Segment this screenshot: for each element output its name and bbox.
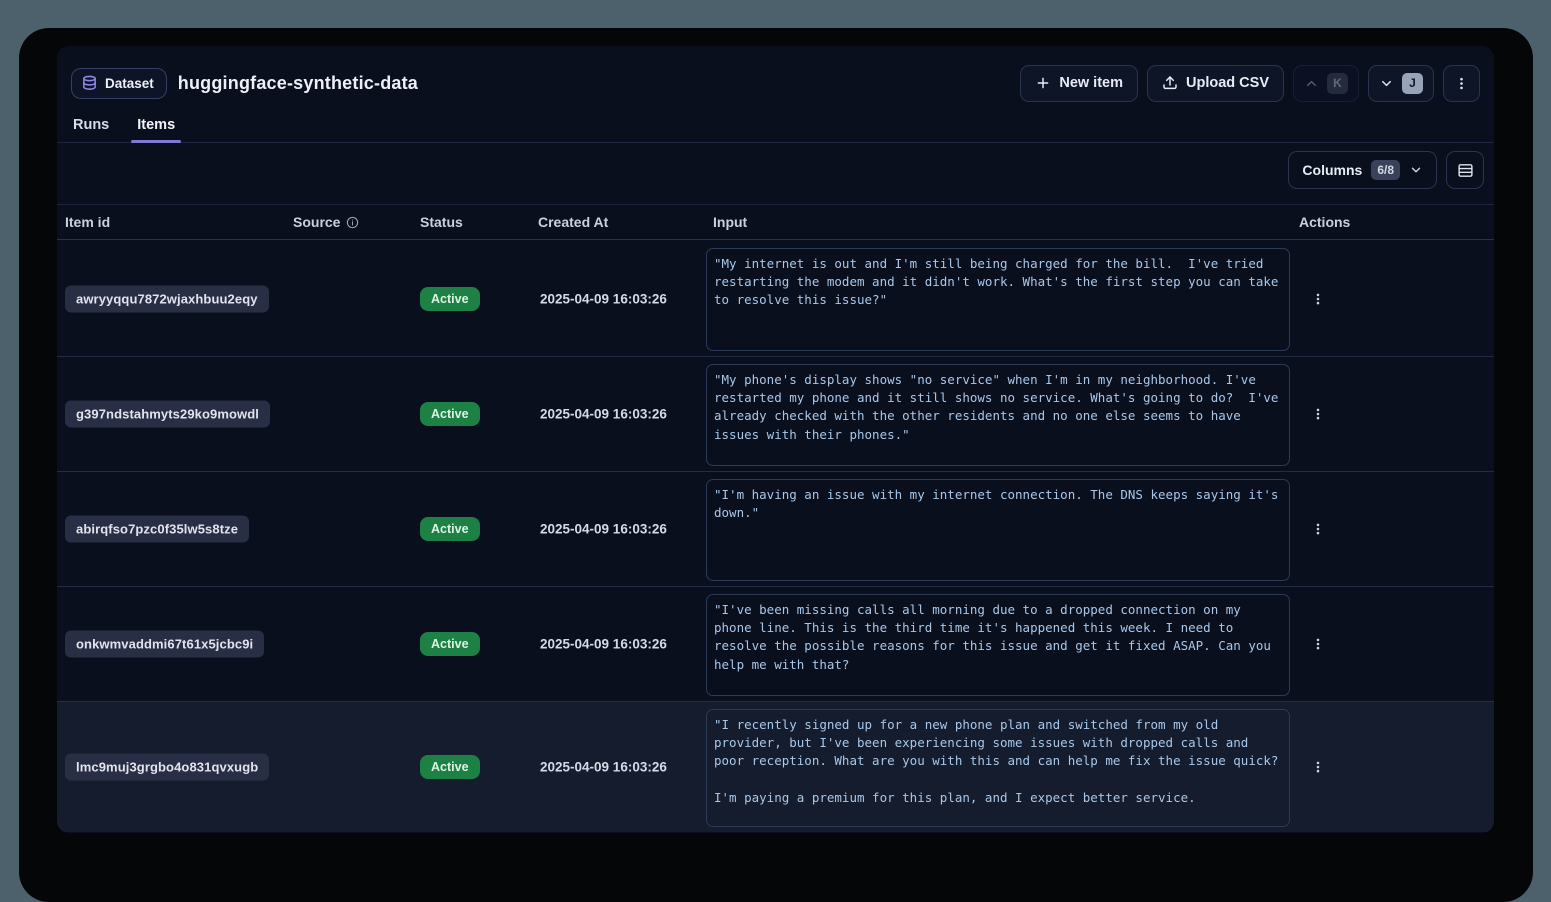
dataset-badge-label: Dataset [105, 76, 154, 91]
info-icon [346, 216, 359, 229]
input-cell[interactable]: "I recently signed up for a new phone pl… [706, 709, 1290, 827]
tab-runs[interactable]: Runs [73, 108, 109, 142]
kebab-menu-icon [1311, 521, 1325, 537]
page-title: huggingface-synthetic-data [178, 73, 418, 94]
columns-label: Columns [1302, 162, 1362, 178]
table-row[interactable]: lmc9muj3grgbo4o831qvxugb Active 2025-04-… [57, 702, 1494, 832]
created-at-value: 2025-04-09 16:03:26 [540, 291, 667, 306]
app-window: Dataset huggingface-synthetic-data New i… [57, 46, 1494, 833]
table-row[interactable]: awryyqqu7872wjaxhbuu2eqy Active 2025-04-… [57, 241, 1494, 357]
column-header-source[interactable]: Source [293, 205, 359, 239]
tab-items[interactable]: Items [137, 108, 175, 142]
row-actions-menu-button[interactable] [1304, 515, 1332, 543]
active-tab-underline [131, 140, 181, 143]
row-actions-menu-button[interactable] [1304, 400, 1332, 428]
new-item-label: New item [1059, 75, 1123, 91]
keyboard-shortcut-j: J [1402, 73, 1423, 94]
column-header-actions-label: Actions [1299, 214, 1350, 230]
table-toolbar: Columns 6/8 [1288, 150, 1484, 190]
created-at-value: 2025-04-09 16:03:26 [540, 637, 667, 652]
header-more-menu-button[interactable] [1443, 65, 1480, 102]
input-cell[interactable]: "My internet is out and I'm still being … [706, 248, 1290, 351]
chevron-up-icon [1304, 76, 1319, 91]
database-icon [81, 75, 98, 92]
input-text: "I'm having an issue with my internet co… [714, 486, 1282, 522]
table-row[interactable]: g397ndstahmyts29ko9mowdl Active 2025-04-… [57, 357, 1494, 472]
input-cell[interactable]: "I've been missing calls all morning due… [706, 594, 1290, 696]
input-text: "I've been missing calls all morning due… [714, 601, 1282, 696]
column-header-created-at-label: Created At [538, 214, 608, 230]
column-header-item-id-label: Item id [65, 214, 110, 230]
new-item-button[interactable]: New item [1020, 65, 1138, 102]
tab-bar: Runs Items [57, 108, 1494, 143]
row-actions-menu-button[interactable] [1304, 285, 1332, 313]
chevron-down-icon [1409, 163, 1423, 177]
kebab-menu-icon [1311, 759, 1325, 775]
input-text: "My phone's display shows "no service" w… [714, 371, 1282, 444]
table-row[interactable]: abirqfso7pzc0f35lw5s8tze Active 2025-04-… [57, 472, 1494, 587]
upload-csv-label: Upload CSV [1186, 75, 1269, 91]
tab-items-label: Items [137, 117, 175, 133]
kebab-menu-icon [1454, 75, 1469, 92]
kebab-menu-icon [1311, 291, 1325, 307]
created-at-value: 2025-04-09 16:03:26 [540, 407, 667, 422]
item-id-pill[interactable]: abirqfso7pzc0f35lw5s8tze [65, 516, 249, 543]
column-header-status-label: Status [420, 214, 463, 230]
table-body: awryyqqu7872wjaxhbuu2eqy Active 2025-04-… [57, 241, 1494, 833]
kebab-menu-icon [1311, 636, 1325, 652]
column-header-status[interactable]: Status [420, 205, 463, 239]
row-height-button[interactable] [1446, 151, 1484, 189]
status-badge: Active [420, 402, 480, 426]
item-id-pill[interactable]: onkwmvaddmi67t61x5jcbc9i [65, 631, 264, 658]
table-row[interactable]: onkwmvaddmi67t61x5jcbc9i Active 2025-04-… [57, 587, 1494, 702]
input-cell[interactable]: "My phone's display shows "no service" w… [706, 364, 1290, 466]
previous-item-button[interactable]: K [1293, 65, 1359, 102]
kebab-menu-icon [1311, 406, 1325, 422]
item-id-pill[interactable]: lmc9muj3grgbo4o831qvxugb [65, 754, 269, 781]
created-at-value: 2025-04-09 16:03:26 [540, 522, 667, 537]
row-actions-menu-button[interactable] [1304, 753, 1332, 781]
status-badge: Active [420, 632, 480, 656]
column-header-item-id[interactable]: Item id [65, 205, 110, 239]
item-id-pill[interactable]: g397ndstahmyts29ko9mowdl [65, 401, 270, 428]
window-shadow-frame: Dataset huggingface-synthetic-data New i… [19, 28, 1533, 902]
row-actions-menu-button[interactable] [1304, 630, 1332, 658]
created-at-value: 2025-04-09 16:03:26 [540, 760, 667, 775]
tab-runs-label: Runs [73, 117, 109, 133]
input-text: "I recently signed up for a new phone pl… [714, 716, 1282, 807]
upload-icon [1162, 75, 1178, 91]
columns-count-badge: 6/8 [1371, 160, 1400, 180]
upload-csv-button[interactable]: Upload CSV [1147, 65, 1284, 102]
status-badge: Active [420, 755, 480, 779]
column-header-input-label: Input [713, 214, 747, 230]
dataset-badge: Dataset [71, 68, 167, 99]
next-item-button[interactable]: J [1368, 65, 1434, 102]
plus-icon [1035, 75, 1051, 91]
rows-icon [1457, 162, 1474, 179]
item-id-pill[interactable]: awryyqqu7872wjaxhbuu2eqy [65, 285, 269, 312]
keyboard-shortcut-k: K [1327, 73, 1348, 94]
status-badge: Active [420, 287, 480, 311]
input-cell[interactable]: "I'm having an issue with my internet co… [706, 479, 1290, 581]
column-header-created-at[interactable]: Created At [538, 205, 608, 239]
table-header-row: Item id Source Status Created At Input A… [57, 204, 1494, 240]
column-header-input[interactable]: Input [713, 205, 747, 239]
column-header-actions: Actions [1299, 205, 1350, 239]
input-text: "My internet is out and I'm still being … [714, 255, 1282, 310]
status-badge: Active [420, 517, 480, 541]
columns-dropdown-button[interactable]: Columns 6/8 [1288, 151, 1437, 189]
chevron-down-icon [1379, 76, 1394, 91]
column-header-source-label: Source [293, 214, 340, 230]
